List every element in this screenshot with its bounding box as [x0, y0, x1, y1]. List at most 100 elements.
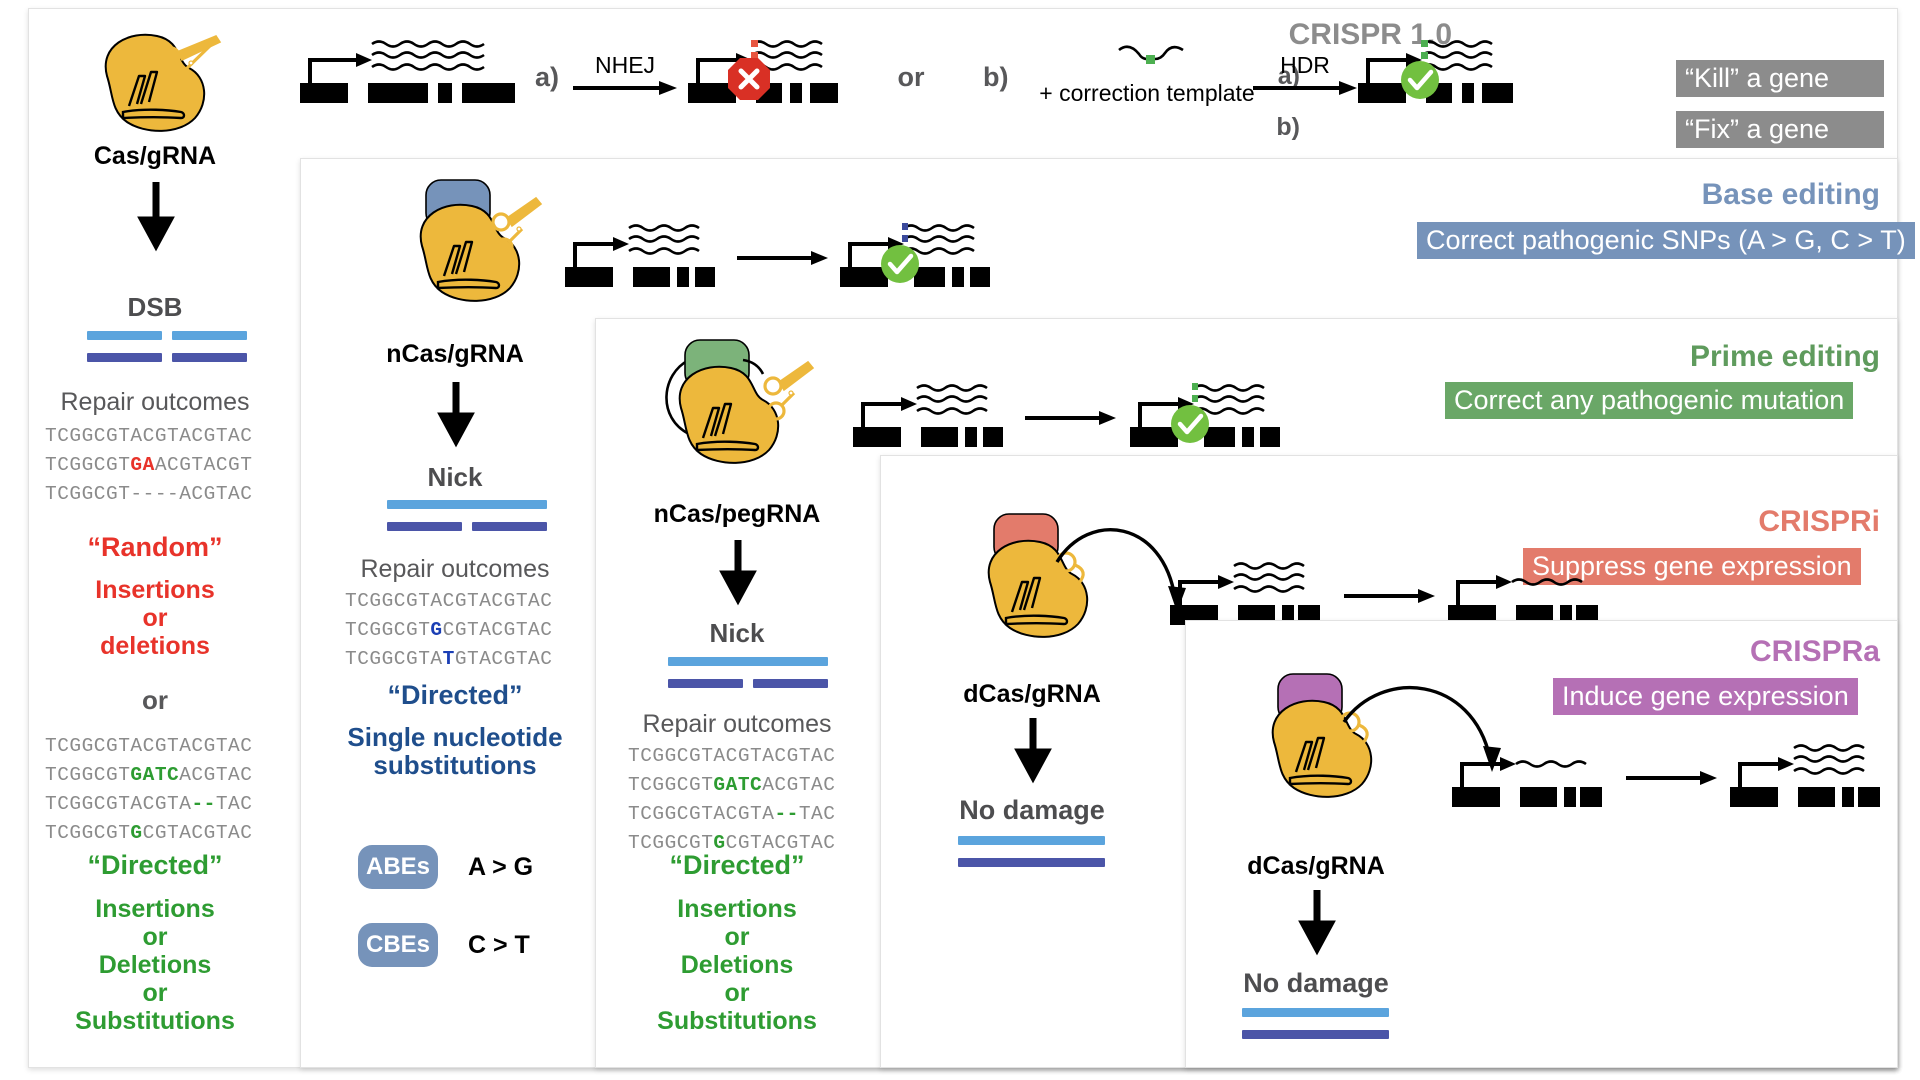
crispr1-branch-b-marker: b) — [983, 62, 1009, 92]
base-editor-conversion: C > T — [468, 931, 530, 959]
nhej-arrow — [573, 80, 678, 96]
base-editing-banner: Correct pathogenic SNPs (A > G, C > T) — [1417, 222, 1915, 259]
base-nick-label: Nick — [427, 462, 483, 492]
prime-nick-bottom-right — [753, 679, 828, 688]
prime-desc-line: or — [724, 979, 750, 1007]
prime-editing-banner: Correct any pathogenic mutation — [1445, 382, 1854, 419]
gene-schematic-prime-before — [853, 382, 1003, 457]
base-directed-caption: “Directed” — [387, 680, 523, 710]
crispr1-directed-seq-row: TCGGCGTACGTA--TAC — [45, 793, 253, 815]
gene-schematic-crispra-after — [1730, 742, 1880, 817]
crispr1-divider-or: or — [142, 685, 168, 715]
gene-corrected-check-icon — [1398, 58, 1442, 102]
base-editing-title: Base editing — [1701, 178, 1880, 211]
ncas-grna-label: nCas/gRNA — [386, 340, 524, 368]
prime-edited-check-icon — [1168, 402, 1212, 446]
hdr-label: HDR — [1280, 52, 1330, 78]
crispr1-directed-seq-row: TCGGCGTACGTACGTAC — [45, 735, 253, 757]
prime-seq-row: TCGGCGTGATCACGTAC — [628, 774, 836, 796]
crispr1-random-seq-row: TCGGCGT----ACGTAC — [45, 483, 253, 505]
base-editor-badge: ABEs — [358, 845, 438, 889]
base-seq-row: TCGGCGTGCGTACGTAC — [345, 619, 553, 641]
prime-nick-label: Nick — [709, 618, 765, 648]
gene-schematic-wildtype — [300, 38, 515, 113]
gene-schematic-base-before — [565, 222, 715, 297]
crispr1-directed-desc-line: or — [142, 979, 168, 1007]
crispr1-repair-outcomes-label: Repair outcomes — [60, 388, 250, 416]
correction-template-label: + correction template — [1039, 80, 1255, 106]
prime-directed-caption: “Directed” — [669, 850, 805, 880]
arrow-down-crispri — [1014, 718, 1052, 784]
crispri-dna-top-strand — [958, 836, 1105, 845]
nickase-scissors-icon — [488, 196, 550, 264]
prime-nick-top-strand — [668, 657, 828, 666]
dsb-label: DSB — [127, 292, 183, 322]
scissors-icon — [158, 30, 226, 98]
base-desc-line: substitutions — [373, 750, 537, 780]
dsb-bottom-right — [172, 353, 247, 362]
nhej-label: NHEJ — [594, 52, 656, 78]
arrow-down-nick-base — [437, 382, 475, 448]
crispr1-conjunction-or: or — [897, 62, 925, 92]
prime-desc-line: Deletions — [680, 951, 794, 979]
crispri-title: CRISPRi — [1758, 505, 1880, 538]
dsb-bottom-left — [87, 353, 162, 362]
base-repair-outcomes-label: Repair outcomes — [360, 555, 550, 583]
crispr1-branch-a-marker: a) — [535, 62, 560, 92]
dsb-top-right — [172, 331, 247, 340]
base-nick-top-strand — [387, 500, 547, 509]
arrow-down-dsb — [137, 182, 175, 252]
crispra-transition-arrow — [1626, 770, 1718, 786]
arrow-down-nick-prime — [719, 540, 757, 606]
prime-seq-row: TCGGCGTACGTA--TAC — [628, 803, 836, 825]
prime-desc-line: Insertions — [677, 895, 797, 923]
crispri-transition-arrow — [1344, 588, 1436, 604]
base-editing-transition-arrow — [737, 250, 829, 266]
crispr1-directed-desc-line: Insertions — [95, 895, 215, 923]
gene-schematic-crispra-before — [1452, 742, 1602, 817]
base-editor-conversion: A > G — [468, 853, 534, 881]
base-edited-check-icon — [878, 242, 922, 286]
crispr1-marker-b: b) — [1276, 113, 1300, 141]
crispr1-fix-gene-banner: “Fix” a gene — [1676, 111, 1884, 148]
prime-nickase-scissors-icon — [760, 360, 822, 428]
base-editor-badge: CBEs — [358, 923, 438, 967]
crispr1-random-caption: “Random” — [87, 532, 223, 562]
prime-desc-line: or — [724, 923, 750, 951]
dsb-top-left — [87, 331, 162, 340]
prime-editing-transition-arrow — [1025, 410, 1117, 426]
crispra-dna-bottom-strand — [1242, 1030, 1389, 1039]
crispr1-directed-seq-row: TCGGCGTGATCACGTAC — [45, 764, 253, 786]
crispra-title: CRISPRa — [1749, 635, 1880, 668]
correction-template-icon — [1117, 42, 1187, 68]
base-desc-line: Single nucleotide — [347, 722, 563, 752]
crispr1-random-desc-line: Insertions — [95, 576, 215, 604]
arrow-down-crispra — [1298, 890, 1336, 956]
dcas-grna-crispra-label: dCas/gRNA — [1247, 852, 1385, 880]
dcas-grna-crispri-label: dCas/gRNA — [963, 680, 1101, 708]
crispr1-random-desc-line: or — [142, 604, 168, 632]
base-seq-row: TCGGCGTACGTACGTAC — [345, 590, 553, 612]
hdr-arrow — [1253, 80, 1358, 96]
base-seq-row: TCGGCGTATGTACGTAC — [345, 648, 553, 670]
base-nick-bottom-left — [387, 522, 462, 531]
crispr1-directed-seq-row: TCGGCGTGCGTACGTAC — [45, 822, 253, 844]
crispra-dna-top-strand — [1242, 1008, 1389, 1017]
crispri-dna-bottom-strand — [958, 858, 1105, 867]
prime-repair-outcomes-label: Repair outcomes — [642, 710, 832, 738]
prime-nick-bottom-left — [668, 679, 743, 688]
crispra-no-damage-label: No damage — [1243, 968, 1389, 998]
prime-editing-title: Prime editing — [1689, 340, 1880, 373]
crispri-no-damage-label: No damage — [959, 795, 1105, 825]
diagram-canvas: CRISPR 1.0 a) “Kill” a gene b) “Fix” a g… — [0, 0, 1920, 1080]
crispr1-random-seq-row: TCGGCGTGAACGTACGT — [45, 454, 253, 476]
crispra-banner: Induce gene expression — [1553, 678, 1858, 715]
crispr1-kill-gene-banner: “Kill” a gene — [1676, 60, 1884, 97]
prime-desc-line: Substitutions — [657, 1007, 817, 1035]
crispr1-directed-desc-line: Deletions — [98, 951, 212, 979]
crispr1-directed-desc-line: Substitutions — [75, 1007, 235, 1035]
base-nick-bottom-right — [472, 522, 547, 531]
gene-knockout-stop-icon — [726, 56, 772, 102]
prime-seq-row: TCGGCGTACGTACGTAC — [628, 745, 836, 767]
ncas-pegrna-label: nCas/pegRNA — [653, 500, 821, 528]
